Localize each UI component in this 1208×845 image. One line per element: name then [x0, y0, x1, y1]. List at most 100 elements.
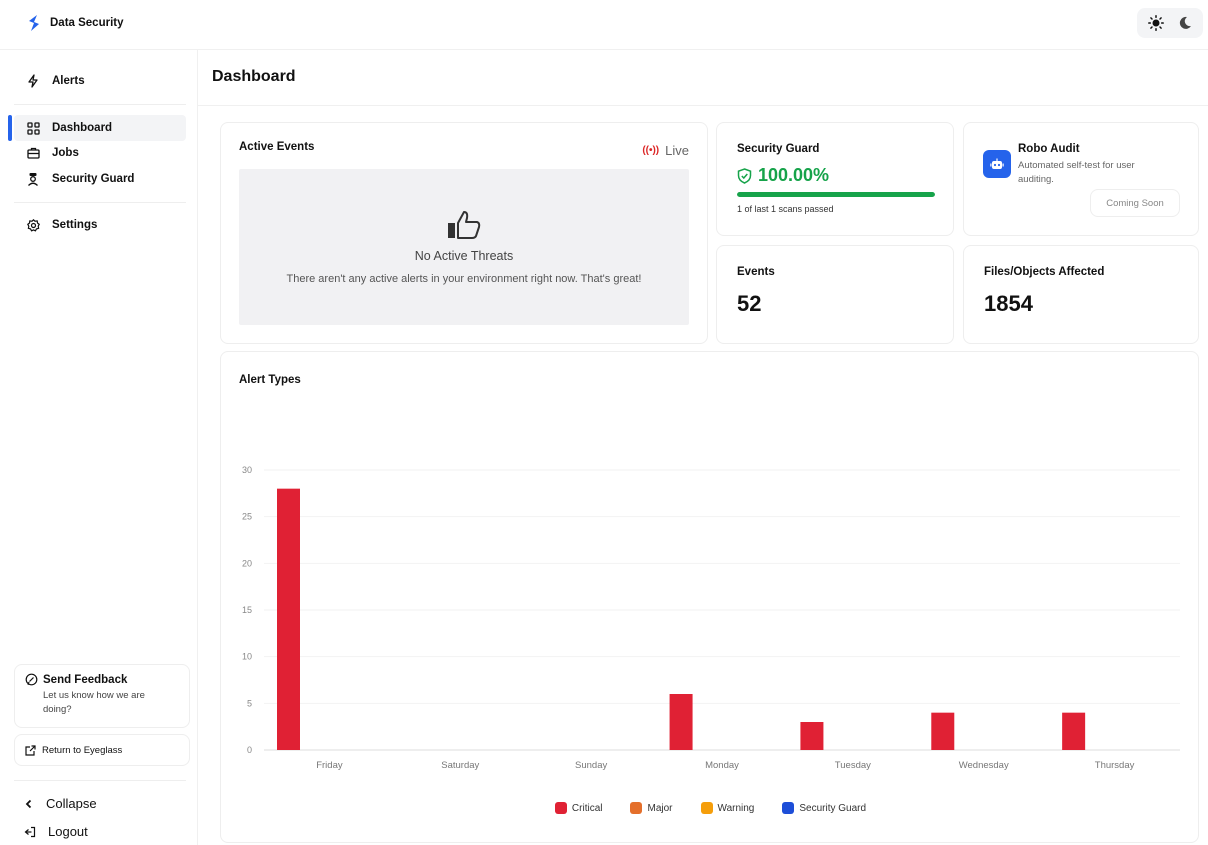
- legend-label: Critical: [571, 802, 603, 814]
- chart-bar-critical[interactable]: [669, 694, 693, 750]
- thumbs-up-icon: [448, 211, 481, 239]
- robo-audit-card: Robo Audit Automated self-test for user …: [963, 122, 1199, 236]
- sun-icon: [1147, 15, 1164, 31]
- divider: [14, 780, 186, 781]
- x-tick-label: Wednesday: [959, 760, 1009, 771]
- events-value: 52: [737, 291, 762, 316]
- shield-check-icon: [737, 167, 752, 184]
- collapse-label: Collapse: [46, 796, 97, 811]
- sidebar-item-settings[interactable]: Settings: [24, 213, 97, 237]
- moon-icon: [1179, 16, 1191, 29]
- chart-bar-critical[interactable]: [931, 712, 955, 750]
- sidebar-item-security-guard[interactable]: Security Guard: [24, 167, 134, 191]
- sidebar-item-label: Jobs: [52, 147, 79, 159]
- briefcase-icon: [24, 144, 42, 162]
- chart-title: Alert Types: [239, 374, 301, 386]
- live-label: Live: [665, 143, 689, 158]
- chart-bar-critical[interactable]: [800, 722, 824, 750]
- security-guard-value: 100.00%: [758, 165, 830, 185]
- app-title: Data Security: [50, 17, 124, 29]
- gear-icon: [24, 216, 42, 234]
- x-tick-label: Saturday: [441, 760, 479, 771]
- security-guard-title: Security Guard: [737, 143, 820, 155]
- empty-state-title: No Active Threats: [414, 249, 514, 263]
- sidebar-item-alerts[interactable]: Alerts: [24, 69, 85, 93]
- logout-button[interactable]: Logout: [24, 824, 88, 839]
- active-indicator: [8, 115, 12, 141]
- send-feedback-card[interactable]: Send Feedback Let us know how we are doi…: [14, 664, 190, 728]
- logout-icon: [24, 826, 36, 837]
- theme-toggle[interactable]: [1137, 8, 1203, 38]
- brand[interactable]: Data Security: [26, 14, 124, 32]
- y-tick-label: 15: [242, 605, 252, 615]
- y-tick-label: 30: [242, 465, 252, 475]
- files-label: Files/Objects Affected: [984, 266, 1105, 278]
- feedback-title: Send Feedback: [43, 673, 128, 686]
- legend-swatch: [554, 802, 567, 814]
- security-guard-progress: [737, 192, 935, 197]
- grid-icon: [24, 119, 42, 137]
- alert-types-chart: 0 5 10 15 20 25 30 Friday Saturday Sunday Monday Tu…: [242, 465, 1180, 771]
- collapse-button[interactable]: Collapse: [24, 796, 97, 811]
- logout-label: Logout: [48, 824, 88, 839]
- chart-bar-critical[interactable]: [277, 488, 300, 750]
- y-tick-label: 25: [242, 512, 252, 522]
- legend-item[interactable]: Major: [630, 802, 673, 814]
- live-indicator: ((•)) Live: [642, 143, 689, 158]
- robot-icon: [983, 150, 1011, 178]
- empty-state: No Active Threats There aren't any activ…: [239, 169, 689, 325]
- x-tick-label: Monday: [705, 760, 739, 771]
- legend-item[interactable]: Critical: [554, 802, 603, 814]
- divider: [14, 104, 186, 105]
- external-link-icon: [25, 744, 36, 756]
- coming-soon-button[interactable]: Coming Soon: [1090, 189, 1180, 217]
- files-value: 1854: [984, 291, 1033, 316]
- security-guard-card[interactable]: Security Guard 100.00% 1 of last 1 scans…: [716, 122, 954, 236]
- security-guard-progress-fill: [737, 192, 935, 197]
- live-broadcast-icon: ((•)): [642, 145, 660, 156]
- files-affected-card[interactable]: Files/Objects Affected 1854: [963, 245, 1199, 344]
- sidebar: Alerts Dashboard Jobs Security Guard Set…: [0, 50, 198, 845]
- top-bar: Data Security: [0, 0, 1208, 50]
- sidebar-item-label: Security Guard: [52, 173, 135, 185]
- x-tick-label: Thursday: [1095, 760, 1135, 771]
- chevron-left-icon: [25, 799, 32, 808]
- events-card[interactable]: Events 52: [716, 245, 954, 344]
- security-guard-score: 100.00%: [737, 165, 829, 186]
- legend-swatch: [782, 802, 795, 814]
- empty-state-subtitle: There aren't any active alerts in your e…: [286, 273, 642, 285]
- legend-swatch: [700, 802, 713, 814]
- divider: [14, 202, 186, 203]
- legend-label: Security Guard: [799, 802, 867, 814]
- robo-audit-title: Robo Audit: [1018, 143, 1080, 155]
- legend-item[interactable]: Warning: [700, 802, 755, 814]
- bolt-icon: [24, 72, 42, 90]
- light-mode-button[interactable]: [1144, 11, 1168, 35]
- security-guard-note: 1 of last 1 scans passed: [737, 204, 834, 214]
- sidebar-item-dashboard[interactable]: Dashboard: [24, 116, 112, 140]
- guard-icon: [24, 170, 42, 188]
- legend-item[interactable]: Security Guard: [782, 802, 866, 814]
- x-tick-label: Tuesday: [835, 760, 871, 771]
- sidebar-item-label: Dashboard: [52, 122, 113, 134]
- y-tick-label: 0: [247, 745, 252, 755]
- x-tick-label: Friday: [316, 760, 343, 771]
- sidebar-item-label: Settings: [52, 219, 98, 231]
- feedback-subtitle: Let us know how we are doing?: [43, 690, 145, 715]
- legend-swatch: [630, 802, 643, 814]
- main-header: Dashboard: [198, 50, 1208, 106]
- y-tick-label: 10: [242, 652, 252, 662]
- dark-mode-button[interactable]: [1173, 11, 1197, 35]
- alert-types-card: 0 5 10 15 20 25 30 Friday Saturday Sunday Monday Tu…: [220, 351, 1199, 843]
- active-events-title: Active Events: [239, 141, 315, 153]
- chart-bar-critical[interactable]: [1062, 712, 1086, 750]
- x-tick-label: Sunday: [575, 760, 607, 771]
- return-to-eyeglass-link[interactable]: Return to Eyeglass: [14, 734, 190, 766]
- chart-legend: Critical Major Warning Security Guard: [221, 802, 1200, 814]
- sidebar-item-jobs[interactable]: Jobs: [24, 141, 79, 165]
- return-link-label: Return to Eyeglass: [42, 744, 123, 756]
- active-events-card: Active Events ((•)) Live No Active Threa…: [220, 122, 708, 344]
- legend-label: Warning: [717, 802, 755, 814]
- logo-icon: [29, 15, 39, 31]
- robo-audit-subtitle: Automated self-test for user auditing.: [1018, 160, 1135, 185]
